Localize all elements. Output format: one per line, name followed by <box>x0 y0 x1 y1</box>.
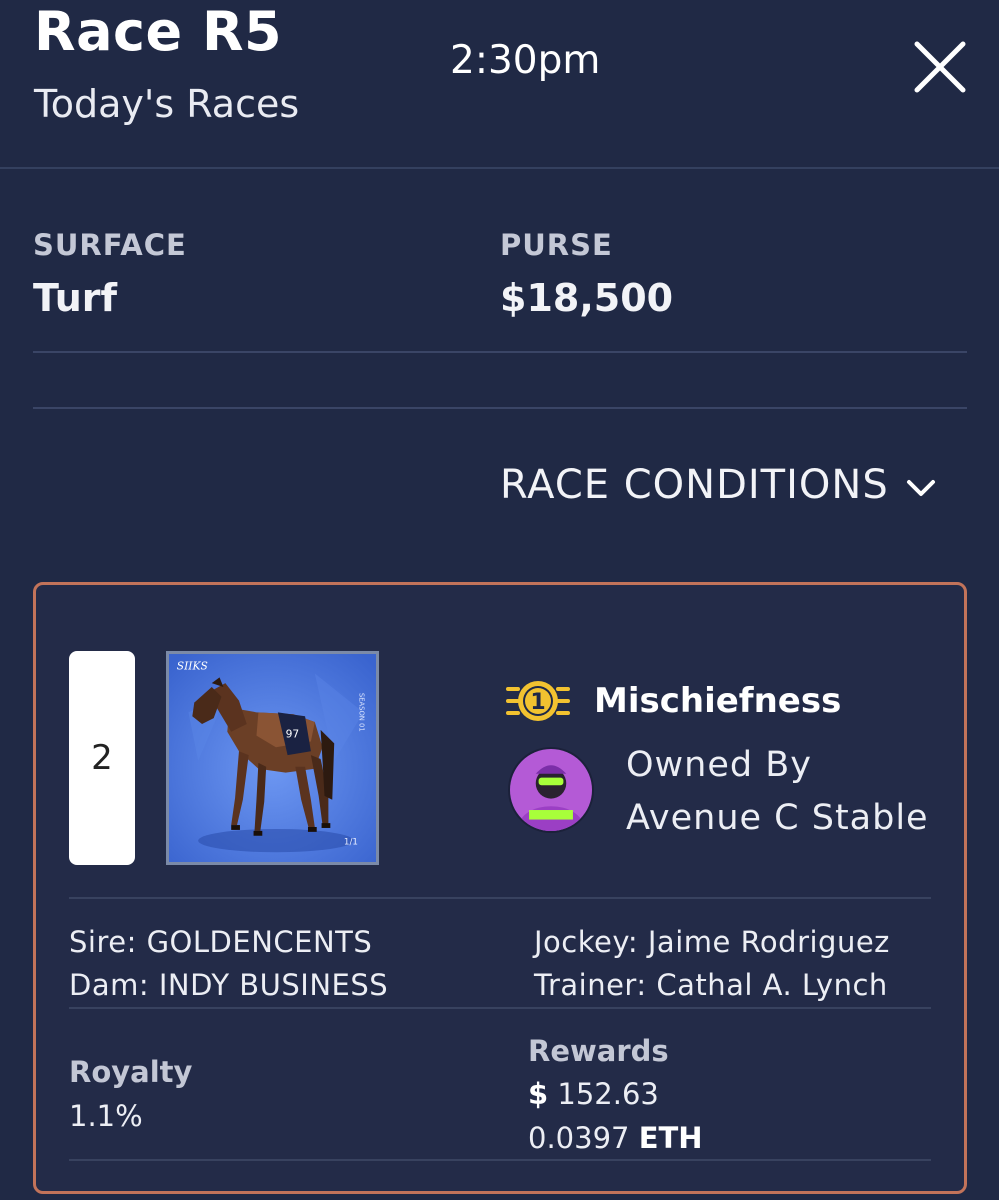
owner-name[interactable]: Avenue C Stable <box>626 798 929 838</box>
card-brand: SIIKS <box>177 660 208 673</box>
usd-symbol: $ <box>528 1077 549 1111</box>
owner-avatar[interactable] <box>508 747 594 833</box>
owned-by-label: Owned By <box>626 745 812 785</box>
sire-text: Sire: GOLDENCENTS <box>69 925 373 959</box>
rewards-usd-amount: 152.63 <box>557 1077 659 1111</box>
jockey-text: Jockey: Jaime Rodriguez <box>534 925 890 959</box>
horse-entry-card[interactable]: 2 97 SIIKS SEASON 01 1/1 1 Mischiefness … <box>33 582 967 1194</box>
purse-value: $18,500 <box>500 276 674 320</box>
card-divider-1 <box>69 897 931 899</box>
royalty-label: Royalty <box>69 1055 193 1089</box>
card-divider-2 <box>69 1007 931 1009</box>
close-icon <box>914 41 966 93</box>
race-detail-page: Race R5 Today's Races 2:30pm SURFACE Tur… <box>0 0 999 1200</box>
connections: Jockey: Jaime Rodriguez Trainer: Cathal … <box>534 921 890 1007</box>
rewards-eth: 0.0397 ETH <box>528 1121 703 1155</box>
race-title: Race R5 <box>34 0 283 63</box>
card-season: SEASON 01 <box>357 693 365 732</box>
chevron-down-icon <box>906 480 935 496</box>
info-divider <box>33 351 967 353</box>
horse-nft-image[interactable]: 97 SIIKS SEASON 01 1/1 <box>166 651 379 865</box>
rewards-usd: $ 152.63 <box>528 1077 659 1111</box>
race-conditions-toggle[interactable]: RACE CONDITIONS <box>500 462 939 508</box>
close-button[interactable] <box>905 32 975 102</box>
horse-name[interactable]: Mischiefness <box>594 681 841 721</box>
section-divider <box>33 407 967 409</box>
race-subtitle: Today's Races <box>34 82 300 126</box>
pedigree: Sire: GOLDENCENTS Dam: INDY BUSINESS <box>69 921 388 1007</box>
eth-unit: ETH <box>638 1121 703 1155</box>
card-divider-3 <box>69 1159 931 1161</box>
purse-label: PURSE <box>500 228 613 262</box>
surface-label: SURFACE <box>33 228 187 262</box>
race-conditions-label: RACE CONDITIONS <box>500 462 889 508</box>
header-divider <box>0 167 999 169</box>
race-time: 2:30pm <box>450 38 601 83</box>
dam-text: Dam: INDY BUSINESS <box>69 968 389 1002</box>
card-edition: 1/1 <box>344 837 358 847</box>
horse-illustration: 97 SIIKS SEASON 01 1/1 <box>169 654 376 862</box>
rewards-eth-amount: 0.0397 <box>528 1121 630 1155</box>
royalty-value: 1.1% <box>69 1099 143 1133</box>
saddle-number: 97 <box>286 728 300 741</box>
post-position-badge: 2 <box>69 651 135 865</box>
rewards-label: Rewards <box>528 1034 669 1068</box>
first-place-medal-icon: 1 <box>504 673 572 729</box>
placement-number: 1 <box>530 690 545 715</box>
surface-value: Turf <box>33 276 118 320</box>
trainer-text: Trainer: Cathal A. Lynch <box>534 968 888 1002</box>
